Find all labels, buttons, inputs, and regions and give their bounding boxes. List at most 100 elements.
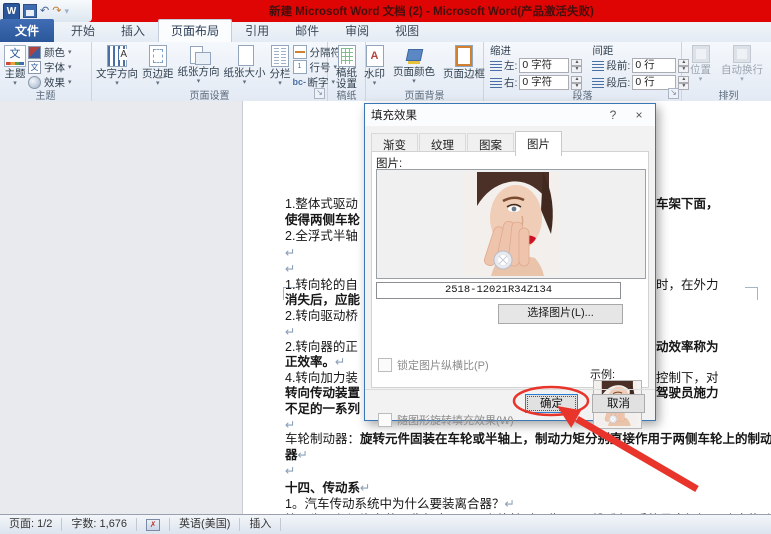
doc-line: ↵ [285,246,364,261]
save-icon[interactable] [23,4,37,18]
spacing-header: 间距 [592,43,689,56]
dialog-title-bar: 填充效果 ? × [365,104,655,126]
theme-colors-icon [28,46,41,59]
page-borders-button[interactable]: 页面边框 [441,43,487,81]
group-label-themes: 主题 [0,88,91,101]
doc-line: 器↵ [285,448,771,463]
fill-effects-dialog: 填充效果 ? × 渐变 纹理 图案 图片 图片: 2518-12021R34Z1… [364,103,656,421]
group-label-manuscript: 稿纸 [328,88,365,101]
spellcheck-icon: ✗ [146,519,160,531]
preview-photo [463,172,559,276]
lock-aspect-checkbox[interactable]: 锁定图片纵横比(P) [378,357,489,373]
space-after-icon [592,78,604,88]
orientation-button[interactable]: 纸张方向 ▾ [176,43,222,86]
paper-size-button[interactable]: 纸张大小 ▾ [222,43,268,87]
doc-line: 2.全浮式半轴 [285,229,364,244]
cancel-button[interactable]: 取消 [592,394,645,413]
doc-line: 使得两侧车轮 [285,213,364,228]
tab-file[interactable]: 文件 [0,19,54,42]
indent-left-spinner[interactable]: ▲▼ [571,59,582,73]
page-borders-icon [455,45,473,67]
group-label-arrange: 排列 [682,88,771,101]
ribbon-group-page-background: A 水印 ▾ 页面颜色 ▾ 页面边框 页面背景 [366,42,484,101]
word-window: 新建 Microsoft Word 文档 (2) - Microsoft Wor… [0,0,771,534]
page-color-icon [406,45,422,65]
qat-customize-button[interactable]: ▾ [64,6,69,17]
theme-fonts-icon: 文 [28,61,41,74]
margins-button[interactable]: 页边距 ▾ [140,43,176,88]
page-setup-dialog-launcher[interactable]: ↘ [314,88,325,99]
doc-line: 4.转向加力装 [285,371,364,386]
ribbon-group-paragraph: 缩进 左: 0 字符 ▲▼ 右: 0 字符 ▲▼ 间距 [484,42,682,101]
indent-left-input[interactable]: 0 字符 [519,58,569,73]
ribbon-group-themes: 文 主题 ▾ 颜色 ▾ 文 字体 ▾ [0,42,92,101]
themes-button[interactable]: 文 主题 ▾ [2,43,28,88]
ribbon-group-manuscript: 稿纸 设置 稿纸 [328,42,366,101]
doc-line: 驾驶员施力 [656,386,768,401]
doc-line: 转向传动装置 [285,386,364,401]
word-logo-icon: W [3,3,20,20]
dialog-divider [365,389,655,390]
orientation-icon [189,45,209,65]
ribbon-tab-bar: 文件 开始 插入 页面布局 引用 邮件 审阅 视图 [0,22,771,42]
redo-button[interactable]: ↷ [52,4,61,19]
page-color-button[interactable]: 页面颜色 ▾ [391,43,437,86]
breaks-icon [293,45,307,59]
dialog-title: 填充效果 [371,107,597,123]
status-language[interactable]: 英语(美国) [170,518,240,531]
tab-page-layout[interactable]: 页面布局 [158,19,232,42]
manuscript-icon [338,45,356,67]
doc-line: 1。汽车传动系统中为什么要装离合器？↵ [285,497,771,512]
dialog-close-icon[interactable]: × [629,108,649,122]
doc-line: 2.转向器的正 [285,340,364,355]
dialog-tab-picture[interactable]: 图片 [515,131,562,156]
position-icon [692,45,710,63]
undo-button[interactable]: ↶ [40,4,49,19]
position-button: 位置 ▾ [688,43,713,84]
rotate-fill-checkbox[interactable]: 随图形旋转填充效果(W) [378,412,514,428]
tab-view[interactable]: 视图 [382,19,432,42]
checkbox-icon [378,358,392,372]
indent-left-icon [490,61,502,71]
doc-line: 1.整体式驱动 [285,197,364,212]
manuscript-setup-button[interactable]: 稿纸 设置 [334,43,359,91]
group-label-page-setup: 页面设置 ↘ [92,88,327,101]
status-spellcheck[interactable]: ✗ [137,518,170,531]
tab-references[interactable]: 引用 [232,19,282,42]
watermark-button[interactable]: A 水印 ▾ [362,43,387,88]
text-direction-button[interactable]: 文字方向 ▾ [94,43,140,88]
ribbon: 文 主题 ▾ 颜色 ▾ 文 字体 ▾ [0,42,771,102]
select-picture-button[interactable]: 选择图片(L)... [498,304,623,324]
doc-line: ↵ [285,262,364,277]
group-label-page-background: 页面背景 [366,88,483,101]
paragraph-dialog-launcher[interactable]: ↘ [668,88,679,99]
tab-insert[interactable]: 插入 [108,19,158,42]
text-direction-icon [107,45,127,67]
columns-button[interactable]: 分栏 ▾ [268,43,293,88]
dialog-help-button[interactable]: ? [603,108,623,122]
hyphenation-icon: bc- [293,76,305,88]
doc-line: 消失后，应能 [285,293,364,308]
status-page-number[interactable]: 页面: 1/2 [0,518,62,531]
columns-icon [271,45,289,67]
doc-line: ↵ [285,325,364,340]
status-insert-mode[interactable]: 插入 [240,518,281,531]
indent-header: 缩进 [490,43,582,56]
status-word-count[interactable]: 字数: 1,676 [62,518,137,531]
picture-filename: 2518-12021R34Z134 [376,282,621,299]
watermark-icon: A [366,45,384,67]
tab-home[interactable]: 开始 [58,19,108,42]
doc-line: 不足的一系列 [285,402,364,417]
theme-colors-button[interactable]: 颜色 ▾ [28,45,72,59]
ok-button[interactable]: 确定 [525,394,578,413]
theme-fonts-button[interactable]: 文 字体 ▾ [28,60,72,74]
picture-preview [376,169,646,279]
status-bar: 页面: 1/2 字数: 1,676 ✗ 英语(美国) 插入 [0,514,771,534]
space-before-input[interactable]: 0 行 [632,58,676,73]
indent-right-icon [490,78,502,88]
doc-line: 2.转向驱动桥 [285,309,364,324]
doc-line: 十四、传动系↵ [285,481,771,496]
tab-mailings[interactable]: 邮件 [282,19,332,42]
wrap-text-icon [733,45,751,63]
tab-review[interactable]: 审阅 [332,19,382,42]
